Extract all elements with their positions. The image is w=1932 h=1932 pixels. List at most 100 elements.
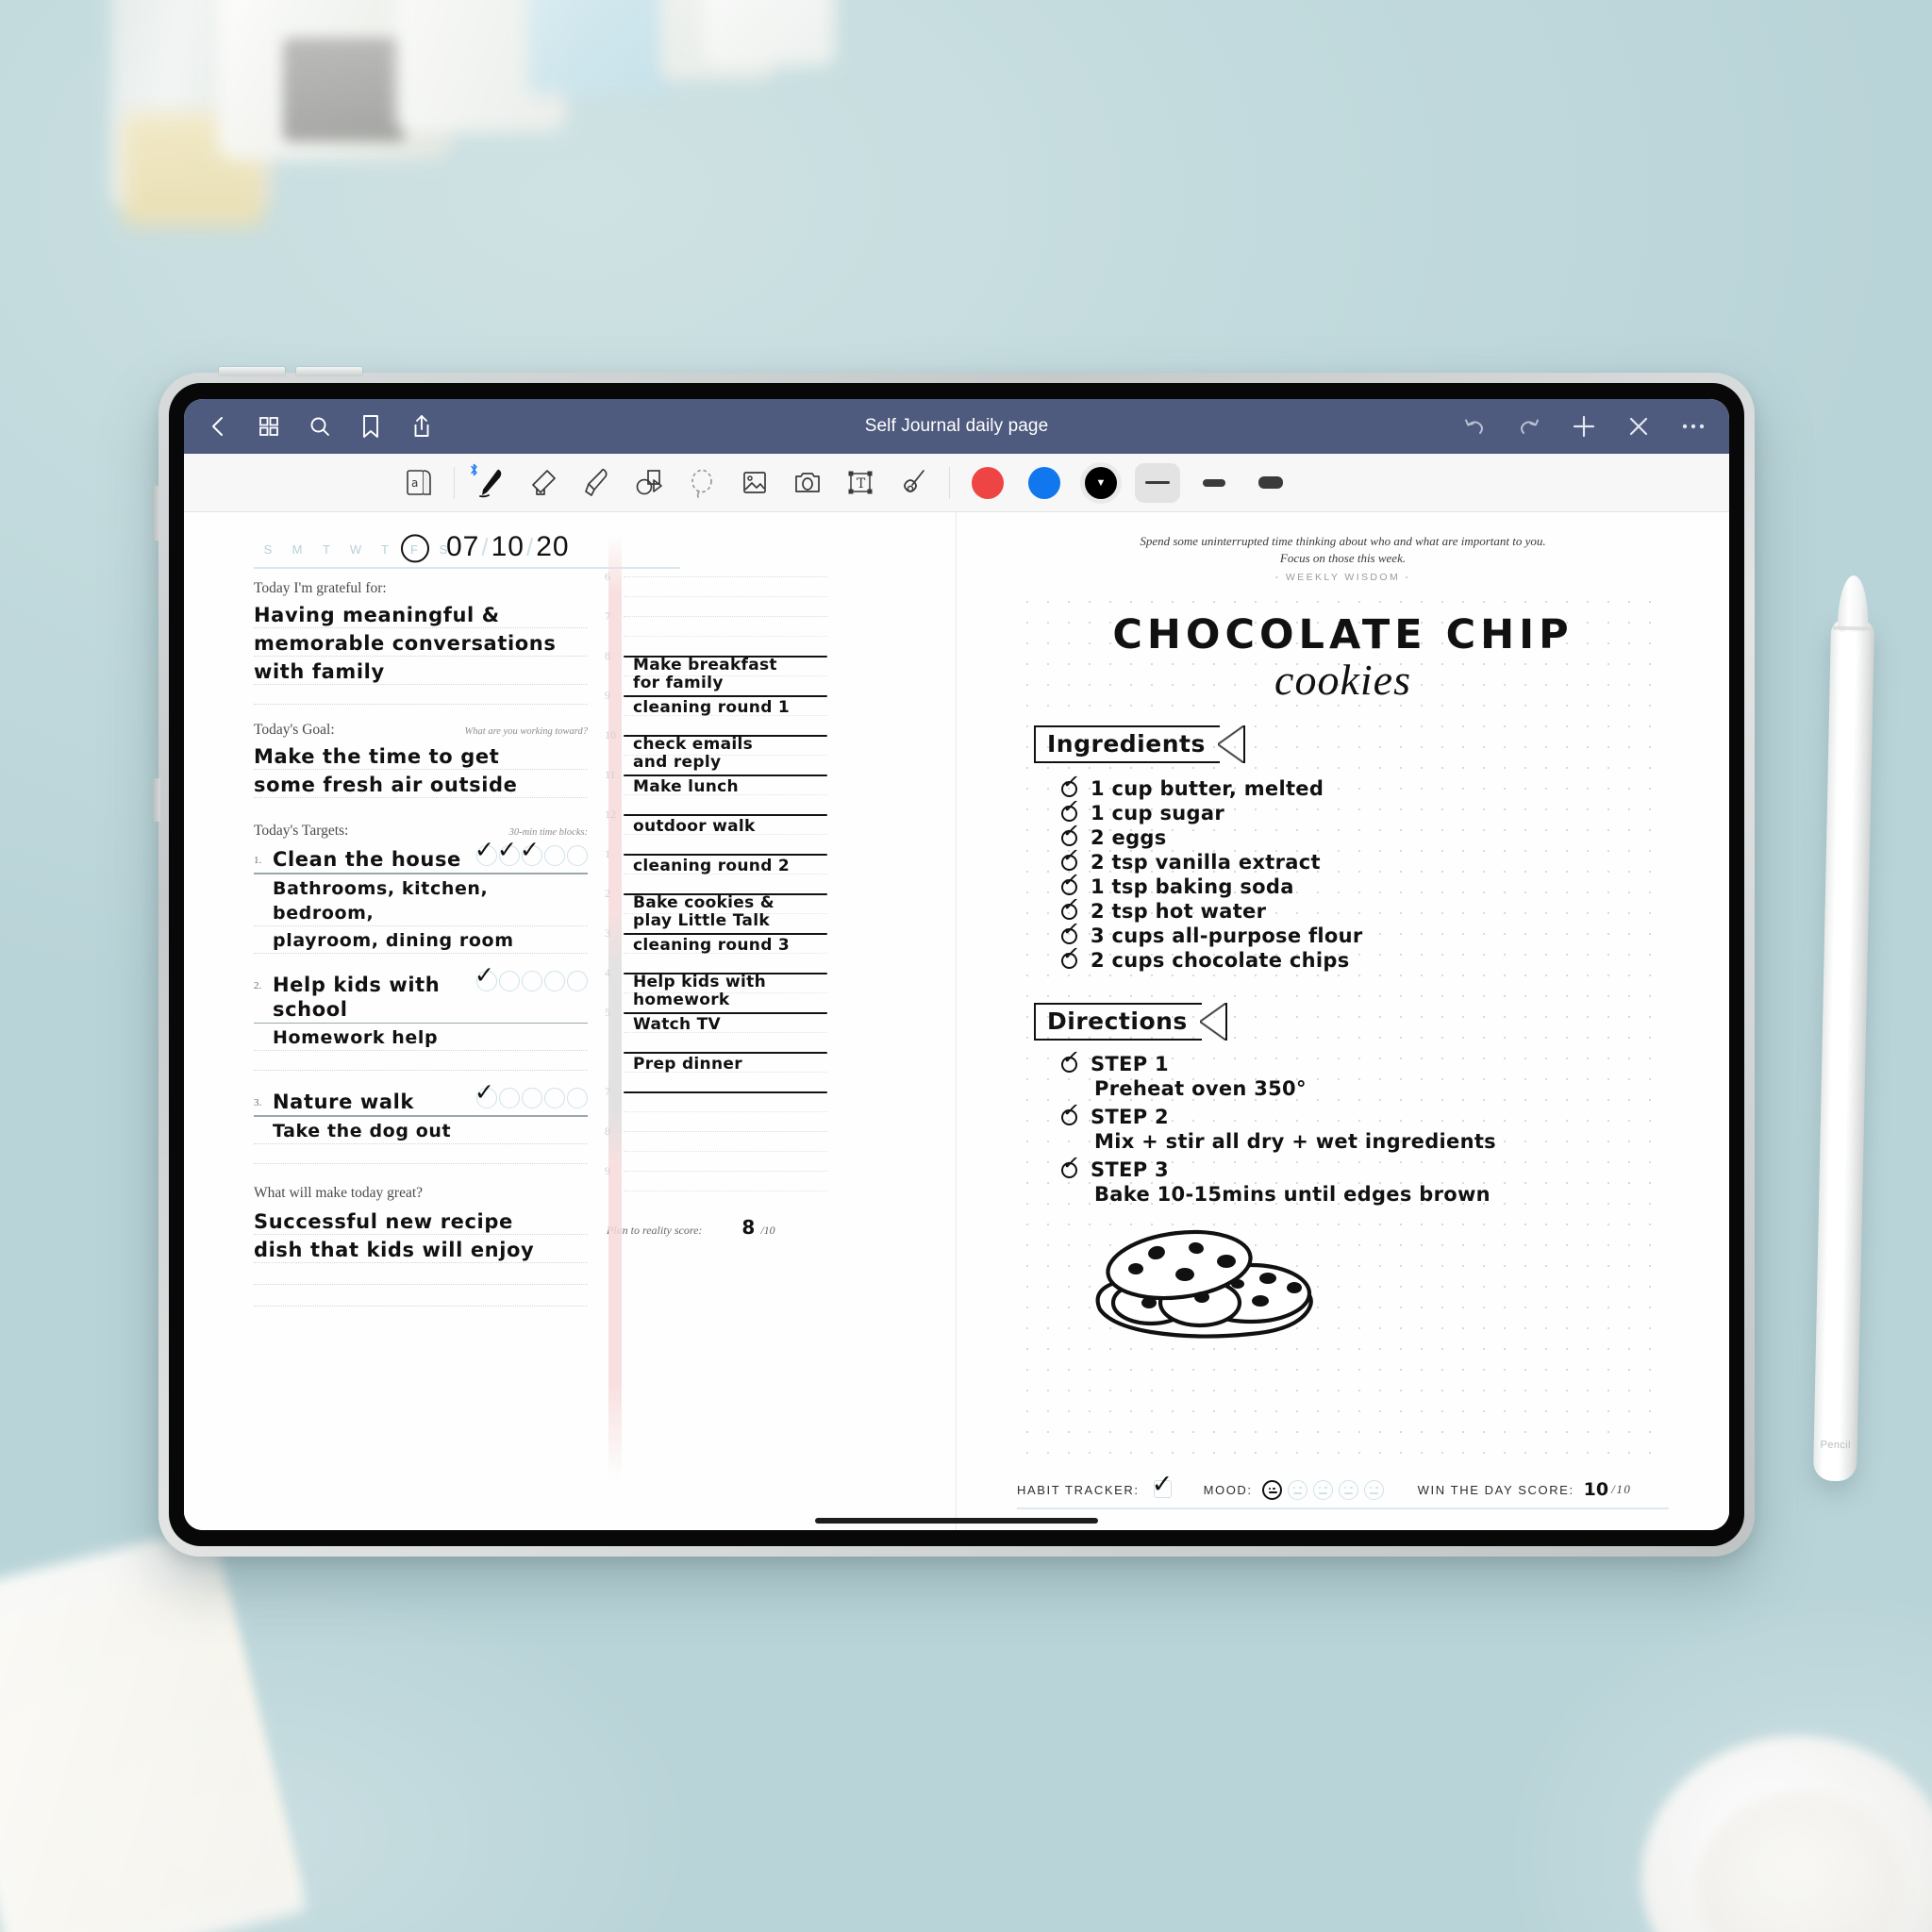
target-bubbles[interactable]: ✓ <box>475 1080 588 1108</box>
target-bubble[interactable] <box>499 970 520 991</box>
medium-stroke[interactable] <box>1191 463 1237 503</box>
target-bubble[interactable] <box>567 970 588 991</box>
thin-stroke[interactable] <box>1135 462 1180 503</box>
time-block-row[interactable]: 8 Make breakfast for family <box>605 649 827 695</box>
lasso-select-tool[interactable] <box>675 461 728 505</box>
ingredient-item[interactable]: ✓ 3 cups all-purpose flour <box>1060 917 1669 948</box>
mood-face-3[interactable] <box>1338 1479 1358 1500</box>
time-block-row[interactable]: Prep dinner <box>607 1052 827 1091</box>
pen-tool[interactable] <box>464 461 517 505</box>
black-swatch[interactable]: ▼ <box>1085 466 1117 499</box>
great-entry[interactable]: Successful new recipe dish that kids wil… <box>254 1209 588 1307</box>
day-0[interactable]: S <box>254 542 283 557</box>
search-icon[interactable] <box>307 413 333 440</box>
day-2[interactable]: T <box>312 542 341 557</box>
day-3[interactable]: W <box>341 542 371 557</box>
volume-up-button[interactable] <box>219 367 285 375</box>
redo-icon[interactable] <box>1516 413 1542 440</box>
ingredient-item[interactable]: ✓ 2 tsp vanilla extract <box>1060 843 1669 874</box>
mood-face-1[interactable] <box>1287 1479 1307 1500</box>
time-block-row[interactable]: 6 <box>605 570 827 616</box>
text-box-tool[interactable]: T <box>834 461 887 505</box>
ingredient-item[interactable]: ✓ 2 tsp hot water <box>1060 892 1669 924</box>
time-block-row[interactable]: 2 Bake cookies & play Little Talk <box>605 887 827 933</box>
target-bubble[interactable] <box>522 970 542 991</box>
target-bubble[interactable]: ✓ <box>520 838 542 866</box>
date-field[interactable]: 07 / 10 / 20 <box>446 531 570 563</box>
highlighter-tool[interactable] <box>570 461 623 505</box>
ingredient-item[interactable]: ✓ 1 cup sugar <box>1060 794 1669 825</box>
day-4[interactable]: T <box>371 542 400 557</box>
ingredient-item[interactable]: ✓ 1 cup butter, melted <box>1060 770 1669 801</box>
day-5[interactable]: F <box>400 542 429 557</box>
time-block-row[interactable]: 11 Make lunch <box>605 768 827 814</box>
time-blocks-list[interactable]: 6 7 8 Make breakfast for family 9 cleaning rou… <box>605 570 827 1210</box>
goal-entry[interactable]: Make the time to get some fresh air outs… <box>254 744 588 798</box>
directions-list[interactable]: ✓ STEP 1 Preheat oven 350° ✓ STEP 2 Mix + sti… <box>1017 1045 1669 1207</box>
direction-step[interactable]: ✓ STEP 3 Bake 10-15mins until edges brown <box>1060 1151 1669 1207</box>
time-block-row[interactable]: 5 Watch TV <box>605 1006 827 1052</box>
time-block-row[interactable]: 12 outdoor walk <box>605 808 827 854</box>
plan-score-row[interactable]: Plan to reality score: 8 /10 <box>607 1216 827 1239</box>
blue-swatch[interactable] <box>1028 466 1060 499</box>
target-bubble[interactable] <box>544 845 565 866</box>
grid-icon[interactable] <box>256 413 282 440</box>
undo-icon[interactable] <box>1461 413 1488 440</box>
more-icon[interactable] <box>1680 413 1707 440</box>
close-icon[interactable] <box>1625 413 1652 440</box>
left-journal-page[interactable]: SMTWTFS 07 / 10 / 20 Today I'm grateful … <box>184 512 957 1530</box>
back-chevron-icon[interactable] <box>205 413 231 440</box>
mood-faces[interactable] <box>1261 1479 1384 1500</box>
target-bubble[interactable] <box>544 970 565 991</box>
target-bubble[interactable]: ✓ <box>475 838 497 866</box>
time-block-row[interactable]: 1 cleaning round 2 <box>605 847 827 893</box>
time-block-row[interactable]: 10 check emails and reply <box>605 728 827 774</box>
target-bubble[interactable] <box>567 845 588 866</box>
mood-face-4[interactable] <box>1363 1479 1384 1500</box>
target-bubble[interactable]: ✓ <box>475 963 497 991</box>
ingredient-item[interactable]: ✓ 1 tsp baking soda <box>1060 868 1669 899</box>
time-block-row[interactable]: 9 <box>605 1164 827 1210</box>
target-bubbles[interactable]: ✓ ✓ ✓ <box>475 838 588 866</box>
image-tool[interactable] <box>728 461 781 505</box>
camera-tool[interactable] <box>781 461 834 505</box>
time-block-row[interactable]: 3 cleaning round 3 <box>605 926 827 973</box>
bookmark-icon[interactable] <box>358 413 384 440</box>
add-icon[interactable] <box>1571 413 1597 440</box>
time-block-row[interactable]: 7 <box>605 609 827 656</box>
target-bubble[interactable]: ✓ <box>497 838 520 866</box>
eraser-tool[interactable] <box>517 461 570 505</box>
share-icon[interactable] <box>408 413 435 440</box>
target-bubble[interactable] <box>499 1088 520 1108</box>
mood-face-2[interactable] <box>1312 1479 1333 1500</box>
volume-down-button[interactable] <box>296 367 362 375</box>
target-bubble[interactable]: ✓ <box>475 1080 497 1108</box>
target-row[interactable]: 3. Nature walk ✓ Take the dog out <box>254 1080 588 1164</box>
target-row[interactable]: 1. Clean the house ✓ ✓ ✓ Bathrooms, kitchen, … <box>254 838 588 954</box>
target-bubble[interactable] <box>544 1088 565 1108</box>
target-bubble[interactable] <box>522 1088 542 1108</box>
target-bubbles[interactable]: ✓ <box>475 963 588 991</box>
target-row[interactable]: 2. Help kids with school ✓ Homework help <box>254 963 588 1071</box>
habit-tracker-checkbox[interactable]: ✓ <box>1151 1470 1179 1500</box>
thick-stroke[interactable] <box>1248 463 1293 503</box>
gratitude-entry[interactable]: Having meaningful & memorable conversati… <box>254 603 588 705</box>
ingredient-item[interactable]: ✓ 2 eggs <box>1060 819 1669 850</box>
home-indicator[interactable] <box>815 1518 1098 1524</box>
power-button[interactable] <box>153 486 160 541</box>
shapes-tool[interactable] <box>623 461 675 505</box>
time-block-row[interactable]: 7 <box>605 1085 827 1131</box>
red-swatch[interactable] <box>972 466 1004 499</box>
time-block-row[interactable]: 4 Help kids with homework <box>605 966 827 1012</box>
ingredients-list[interactable]: ✓ 1 cup butter, melted ✓ 1 cup sugar ✓ 2 eggs… <box>1017 770 1669 973</box>
day-1[interactable]: M <box>283 542 312 557</box>
mood-face-0[interactable] <box>1261 1479 1282 1500</box>
sticker-tool[interactable] <box>887 461 940 505</box>
time-block-row[interactable]: 9 cleaning round 1 <box>605 689 827 735</box>
direction-step[interactable]: ✓ STEP 1 Preheat oven 350° <box>1060 1045 1669 1101</box>
time-block-row[interactable]: 8 <box>605 1124 827 1171</box>
page-flip-tool[interactable]: a <box>391 461 444 505</box>
target-bubble[interactable] <box>567 1088 588 1108</box>
right-journal-page[interactable]: Spend some uninterrupted time thinking a… <box>957 512 1729 1530</box>
direction-step[interactable]: ✓ STEP 2 Mix + stir all dry + wet ingredie… <box>1060 1098 1669 1154</box>
